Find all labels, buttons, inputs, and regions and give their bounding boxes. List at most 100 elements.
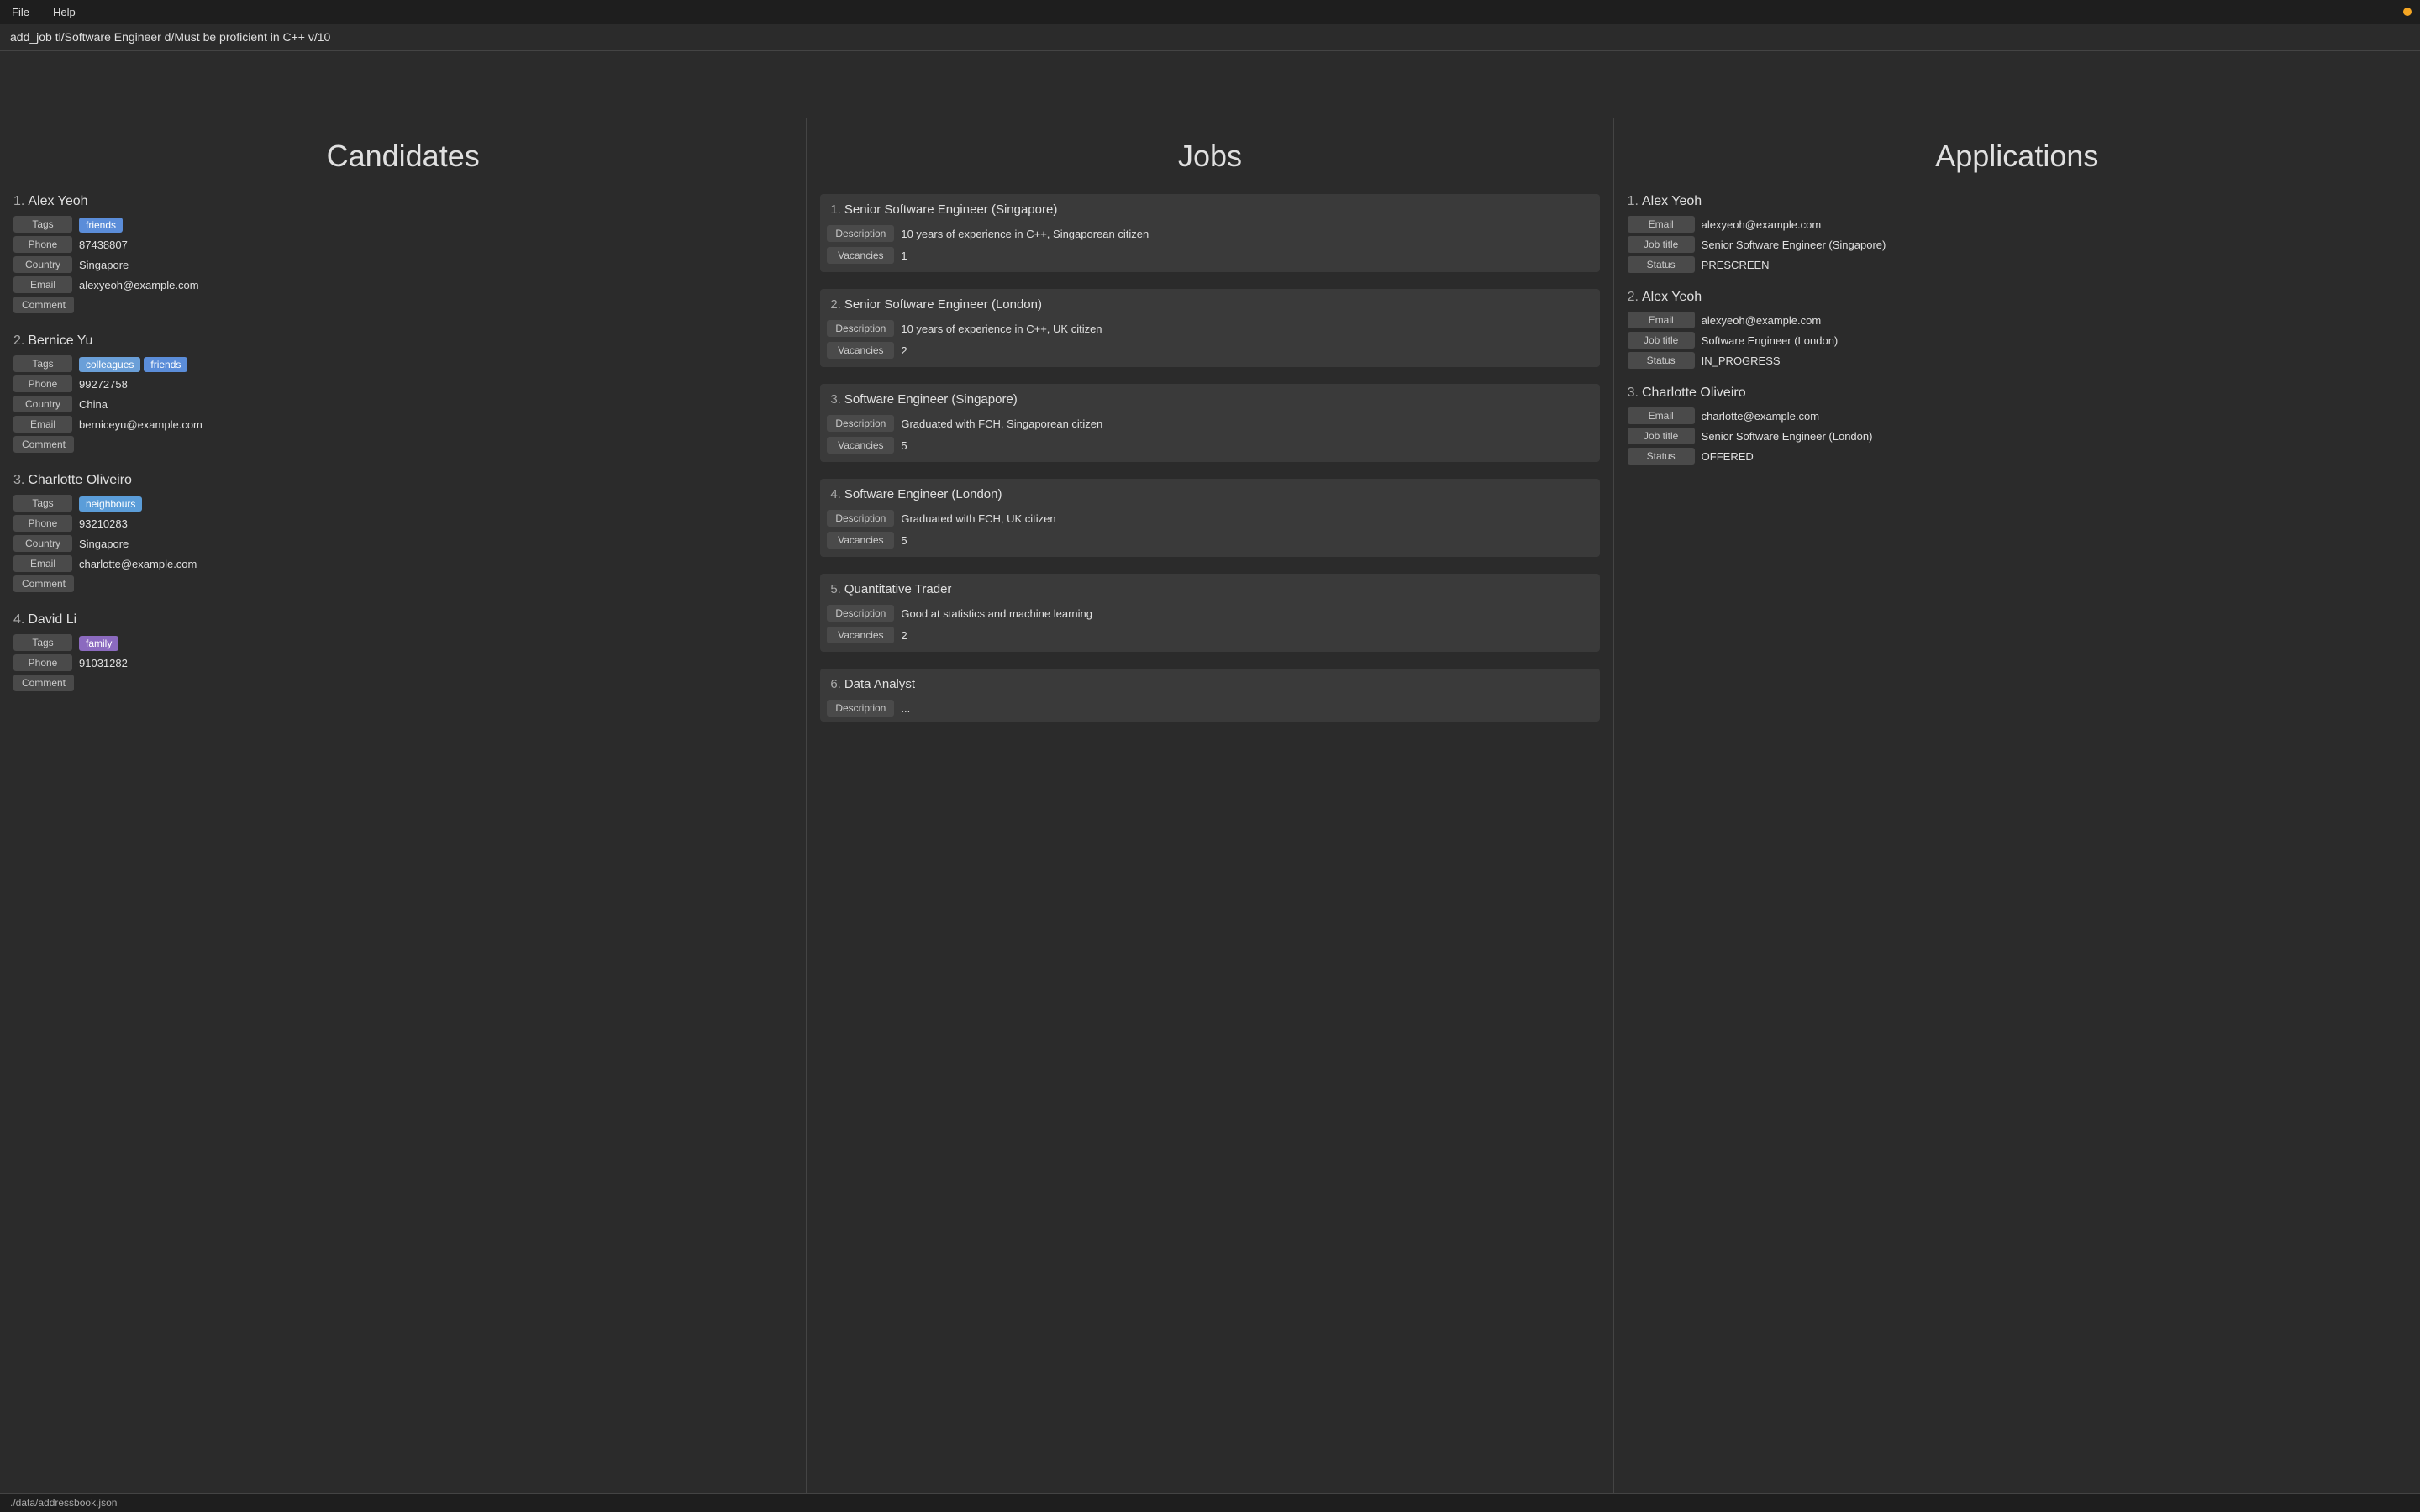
app-jobtitle-value: Senior Software Engineer (Singapore) xyxy=(1702,239,1886,251)
vacancies-value: 5 xyxy=(901,439,907,452)
app-jobtitle-label: Job title xyxy=(1628,428,1695,444)
vacancies-label: Vacancies xyxy=(827,532,894,549)
comment-row: Comment xyxy=(13,675,792,691)
candidate-item: 1.Alex Yeoh Tags friends Phone 87438807 … xyxy=(13,194,792,313)
job-vacancies-row: Vacancies 2 xyxy=(827,342,1592,359)
candidate-name: 4.David Li xyxy=(13,612,792,627)
applications-list: 1.Alex Yeoh Email alexyeoh@example.com J… xyxy=(1614,187,2420,1493)
menubar: File Help xyxy=(0,0,2420,24)
job-number: 3. xyxy=(830,392,841,407)
description-label: Description xyxy=(827,415,894,432)
app-status-value: PRESCREEN xyxy=(1702,259,1770,271)
job-number: 1. xyxy=(830,202,841,217)
candidate-name: 2.Bernice Yu xyxy=(13,333,792,349)
application-item: 3.Charlotte Oliveiro Email charlotte@exa… xyxy=(1628,386,2407,465)
phone-label: Phone xyxy=(13,375,72,392)
job-description-row: Description 10 years of experience in C+… xyxy=(827,225,1592,242)
comment-label: Comment xyxy=(13,575,74,592)
vacancies-label: Vacancies xyxy=(827,247,894,264)
app-jobtitle-label: Job title xyxy=(1628,332,1695,349)
phone-label: Phone xyxy=(13,236,72,253)
email-row: Email charlotte@example.com xyxy=(13,555,792,572)
description-label: Description xyxy=(827,320,894,337)
candidate-name: 3.Charlotte Oliveiro xyxy=(13,473,792,488)
tags-value: friends xyxy=(79,218,126,231)
phone-label: Phone xyxy=(13,515,72,532)
app-number: 3. xyxy=(1628,386,1639,400)
app-status-row: Status OFFERED xyxy=(1628,448,2407,465)
tag-badge: neighbours xyxy=(79,496,142,512)
description-value: 10 years of experience in C++, UK citize… xyxy=(901,323,1102,335)
app-status-label: Status xyxy=(1628,352,1695,369)
job-description-row: Description Graduated with FCH, UK citiz… xyxy=(827,510,1592,527)
tags-row: Tags family xyxy=(13,634,792,651)
candidate-name: 1.Alex Yeoh xyxy=(13,194,792,209)
command-input[interactable] xyxy=(10,30,2410,44)
candidate-item: 4.David Li Tags family Phone 91031282 Co… xyxy=(13,612,792,691)
candidates-header: Candidates xyxy=(0,118,806,187)
app-jobtitle-label: Job title xyxy=(1628,236,1695,253)
app-email-label: Email xyxy=(1628,312,1695,328)
app-status-value: OFFERED xyxy=(1702,450,1754,463)
app-jobtitle-row: Job title Senior Software Engineer (Sing… xyxy=(1628,236,2407,253)
app-jobtitle-value: Software Engineer (London) xyxy=(1702,334,1839,347)
comment-row: Comment xyxy=(13,575,792,592)
country-row: Country Singapore xyxy=(13,256,792,273)
applications-column: Applications 1.Alex Yeoh Email alexyeoh@… xyxy=(1614,118,2420,1493)
job-title: 5.Quantitative Trader xyxy=(820,574,1599,605)
app-email-row: Email charlotte@example.com xyxy=(1628,407,2407,424)
spacer xyxy=(0,51,2420,118)
tag-badge: family xyxy=(79,636,118,651)
job-description-row: Description 10 years of experience in C+… xyxy=(827,320,1592,337)
app-status-label: Status xyxy=(1628,448,1695,465)
app-candidate-name: 2.Alex Yeoh xyxy=(1628,290,2407,305)
candidate-item: 2.Bernice Yu Tags colleaguesfriends Phon… xyxy=(13,333,792,453)
job-vacancies-row: Vacancies 5 xyxy=(827,437,1592,454)
candidates-column: Candidates 1.Alex Yeoh Tags friends Phon… xyxy=(0,118,807,1493)
vacancies-label: Vacancies xyxy=(827,627,894,643)
app-email-value: alexyeoh@example.com xyxy=(1702,314,1822,327)
job-number: 4. xyxy=(830,487,841,501)
menu-file[interactable]: File xyxy=(7,4,34,20)
vacancies-value: 2 xyxy=(901,344,907,357)
job-item: 3.Software Engineer (Singapore) Descript… xyxy=(820,384,1599,462)
email-row: Email alexyeoh@example.com xyxy=(13,276,792,293)
app-jobtitle-value: Senior Software Engineer (London) xyxy=(1702,430,1873,443)
app-candidate-name: 1.Alex Yeoh xyxy=(1628,194,2407,209)
country-value: Singapore xyxy=(79,259,129,271)
app-jobtitle-row: Job title Software Engineer (London) xyxy=(1628,332,2407,349)
phone-value: 91031282 xyxy=(79,657,128,669)
country-row: Country China xyxy=(13,396,792,412)
phone-label: Phone xyxy=(13,654,72,671)
job-title: 4.Software Engineer (London) xyxy=(820,479,1599,510)
email-value: alexyeoh@example.com xyxy=(79,279,199,291)
job-description-row: Description Graduated with FCH, Singapor… xyxy=(827,415,1592,432)
email-label: Email xyxy=(13,416,72,433)
jobs-list: 1.Senior Software Engineer (Singapore) D… xyxy=(807,187,1612,1493)
phone-row: Phone 87438807 xyxy=(13,236,792,253)
traffic-light xyxy=(2403,8,2412,16)
app-candidate-name: 3.Charlotte Oliveiro xyxy=(1628,386,2407,401)
job-title: 6.Data Analyst xyxy=(820,669,1599,700)
tags-label: Tags xyxy=(13,216,72,233)
job-number: 5. xyxy=(830,582,841,596)
menu-help[interactable]: Help xyxy=(48,4,81,20)
comment-label: Comment xyxy=(13,675,74,691)
application-item: 1.Alex Yeoh Email alexyeoh@example.com J… xyxy=(1628,194,2407,273)
job-item: 4.Software Engineer (London) Description… xyxy=(820,479,1599,557)
country-value: Singapore xyxy=(79,538,129,550)
tags-value: neighbours xyxy=(79,496,145,510)
job-number: 6. xyxy=(830,677,841,691)
description-value: 10 years of experience in C++, Singapore… xyxy=(901,228,1149,240)
description-value: Graduated with FCH, UK citizen xyxy=(901,512,1055,525)
app-status-label: Status xyxy=(1628,256,1695,273)
jobs-column: Jobs 1.Senior Software Engineer (Singapo… xyxy=(807,118,1613,1493)
command-bar xyxy=(0,24,2420,51)
description-value: Good at statistics and machine learning xyxy=(901,607,1092,620)
email-value: berniceyu@example.com xyxy=(79,418,203,431)
country-value: China xyxy=(79,398,108,411)
description-value: ... xyxy=(901,702,910,715)
job-vacancies-row: Vacancies 2 xyxy=(827,627,1592,643)
description-label: Description xyxy=(827,225,894,242)
tags-row: Tags friends xyxy=(13,216,792,233)
